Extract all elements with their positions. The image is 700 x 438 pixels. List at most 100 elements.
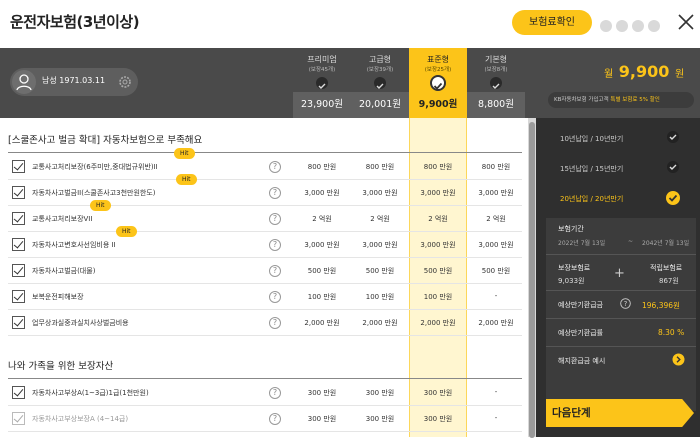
coverage-checkbox[interactable]: [12, 290, 25, 303]
help-icon[interactable]: ?: [269, 239, 281, 251]
user-icon: [16, 74, 32, 91]
expected-refund-label: 예상만기환급금: [558, 301, 604, 309]
coverage-checkbox[interactable]: [12, 186, 25, 199]
coverage-checkbox[interactable]: [12, 238, 25, 251]
coverage-row[interactable]: 자동차사고부상A(1~3급)1급(1천만원)? 300 만원 300 만원 300 만…: [8, 380, 522, 406]
plan-standard[interactable]: 표준형 (보장25개) 9,900원: [409, 48, 467, 118]
coverage-amount: 500 만원: [481, 267, 511, 275]
gear-icon[interactable]: [118, 75, 132, 89]
saving-premium-label: 적립보험료: [650, 264, 683, 272]
coverage-amount: 500 만원: [423, 267, 453, 275]
coverage-checkbox[interactable]: [12, 316, 25, 329]
check-icon[interactable]: [667, 131, 679, 143]
next-step-button[interactable]: 다음단계: [546, 399, 694, 427]
step-dot: [632, 20, 644, 32]
coverage-checkbox[interactable]: [12, 160, 25, 173]
help-icon[interactable]: ?: [269, 213, 281, 225]
help-icon[interactable]: ?: [269, 161, 281, 173]
plan-basic[interactable]: 기본형 (보장8개) 8,800원: [467, 48, 525, 118]
coverage-amount: 300 만원: [423, 389, 453, 397]
help-icon[interactable]: ?: [269, 265, 281, 277]
coverage-amount: 3,000 만원: [478, 189, 514, 197]
plan-name: 프리미엄: [307, 55, 337, 64]
coverage-amount: 3,000 만원: [304, 189, 340, 197]
help-icon[interactable]: ?: [620, 298, 631, 309]
plan-premium[interactable]: 프리미엄 (보장45개) 23,900원: [293, 48, 351, 118]
cancel-refund-example-link[interactable]: 해지환급금 예시: [558, 356, 605, 366]
hit-badge: Hit: [116, 226, 137, 237]
help-icon[interactable]: ?: [269, 387, 281, 399]
plan-coverage-count: (보장8개): [484, 67, 508, 73]
side-panel: 보험기간 2022년 7월 13일 ~ 2042년 7월 13일 보장보험료 9…: [536, 118, 700, 437]
coverage-amount: 3,000 만원: [420, 241, 456, 249]
coverage-amount: 100 만원: [365, 293, 395, 301]
coverage-row[interactable]: 자동차사고벌금(대물)? 500 만원 500 만원 500 만원 500 만원: [8, 258, 522, 284]
coverage-row[interactable]: 자동차사고변호사선임비용 II Hit? 3,000 만원 3,000 만원 3,000…: [8, 226, 522, 258]
coverage-premium-value: 9,033원: [558, 277, 585, 285]
coverage-amount: 300 만원: [307, 415, 337, 423]
discount-highlight: 특별 보험료 5% 할인: [610, 97, 660, 103]
coverage-row[interactable]: 업무상과실중과실치사상벌금비용? 2,000 만원 2,000 만원 2,000 만원…: [8, 310, 522, 336]
plan-coverage-count: (보장39개): [366, 67, 394, 73]
coverage-row[interactable]: 교통사고처리보장VII Hit? 2 억원 2 억원 2 억원 2 억원: [8, 200, 522, 232]
section-divider: [8, 378, 522, 379]
coverage-label: 자동차사고부상A(1~3급)1급(1천만원): [32, 389, 149, 397]
coverage-label: 자동차사고부상보장A (4~14급): [32, 415, 129, 423]
coverage-amount: 2 억원: [370, 215, 390, 223]
step-dot: [648, 20, 660, 32]
plan-coverage-count: (보장25개): [424, 67, 452, 73]
coverage-amount: 3,000 만원: [478, 241, 514, 249]
check-icon[interactable]: [667, 161, 679, 173]
coverage-amount: 100 만원: [423, 293, 453, 301]
chevron-right-icon[interactable]: [672, 353, 685, 366]
coverage-amount: 3,000 만원: [304, 241, 340, 249]
help-icon[interactable]: ?: [269, 187, 281, 199]
plan-price: 8,800원: [467, 92, 525, 118]
user-info-box[interactable]: 남성 1971.03.11: [10, 68, 138, 96]
coverage-label: 교통사고처리보장(6주미만,중대법규위반)II: [32, 163, 158, 171]
section-divider: [8, 152, 522, 153]
coverage-amount: 3,000 만원: [362, 241, 398, 249]
coverage-checkbox[interactable]: [12, 264, 25, 277]
refund-rate-label: 예상만기환급률: [558, 329, 604, 337]
user-avatar: [12, 70, 36, 94]
help-icon[interactable]: ?: [269, 317, 281, 329]
coverage-checkbox[interactable]: [12, 412, 25, 425]
coverage-row[interactable]: 보복운전피해보장? 100 만원 100 만원 100 만원 -: [8, 284, 522, 310]
coverage-row[interactable]: 자동차사고벌금II(스쿨존사고3천만원한도) Hit? 3,000 만원 3,000 …: [8, 174, 522, 206]
plan-advanced[interactable]: 고급형 (보장39개) 20,001원: [351, 48, 409, 118]
check-icon[interactable]: [666, 191, 680, 205]
coverage-amount: 2,000 만원: [304, 319, 340, 327]
hit-badge: Hit: [176, 174, 197, 185]
term-option[interactable]: 20년납입 / 20년만기: [560, 194, 623, 204]
help-icon[interactable]: ?: [269, 413, 281, 425]
coverage-amount: 800 만원: [423, 163, 453, 171]
period-start: 2022년 7월 13일: [558, 240, 606, 247]
coverage-label: 교통사고처리보장VII: [32, 215, 93, 223]
coverage-amount: -: [494, 388, 498, 396]
plan-price: 23,900원: [293, 92, 351, 118]
plus-icon: +: [614, 266, 625, 281]
term-option[interactable]: 15년납입 / 15년만기: [560, 164, 623, 174]
check-icon: [430, 75, 446, 91]
plan-name: 표준형: [426, 55, 450, 64]
period-end: 2042년 7월 13일: [642, 240, 690, 247]
coverage-amount: 300 만원: [423, 415, 453, 423]
close-icon[interactable]: [677, 13, 695, 31]
scroll-thumb[interactable]: [529, 122, 535, 438]
premium-check-button[interactable]: 보험료확인: [512, 10, 592, 35]
coverage-row[interactable]: 자동차사고부상보장A (4~14급)? 300 만원 300 만원 300 만원 -: [8, 406, 522, 432]
coverage-label: 자동차사고벌금(대물): [32, 267, 96, 275]
coverage-checkbox[interactable]: [12, 386, 25, 399]
plan-coverage-count: (보장45개): [308, 67, 336, 73]
scrollbar[interactable]: [528, 118, 536, 438]
saving-premium-value: 867원: [659, 277, 679, 285]
divider: [546, 346, 696, 347]
coverage-premium-label: 보장보험료: [558, 264, 591, 272]
coverage-row[interactable]: 교통사고처리보장(6주미만,중대법규위반)II Hit? 800 만원 800 만원 8…: [8, 148, 522, 180]
coverage-checkbox[interactable]: [12, 212, 25, 225]
top-bar: 운전자보험(3년이상) 보험료확인: [0, 0, 700, 48]
term-option[interactable]: 10년납입 / 10년만기: [560, 134, 623, 144]
help-icon[interactable]: ?: [269, 291, 281, 303]
coverage-label: 자동차사고변호사선임비용 II: [32, 241, 116, 249]
